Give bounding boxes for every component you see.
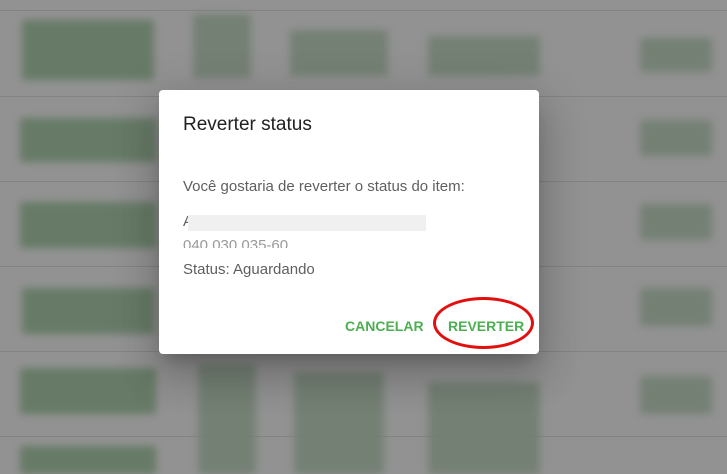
dialog-title: Reverter status (183, 114, 312, 135)
item-status: Status: Aguardando (183, 261, 315, 278)
revert-status-dialog: Reverter status Você gostaria de reverte… (159, 90, 539, 354)
highlight-ring (433, 297, 534, 349)
dialog-question: Você gostaria de reverter o status do it… (183, 178, 465, 195)
item-document: 040.030.035-60 (183, 237, 289, 248)
cancel-button[interactable]: CANCELAR (345, 318, 424, 334)
redaction-mask (188, 215, 426, 231)
